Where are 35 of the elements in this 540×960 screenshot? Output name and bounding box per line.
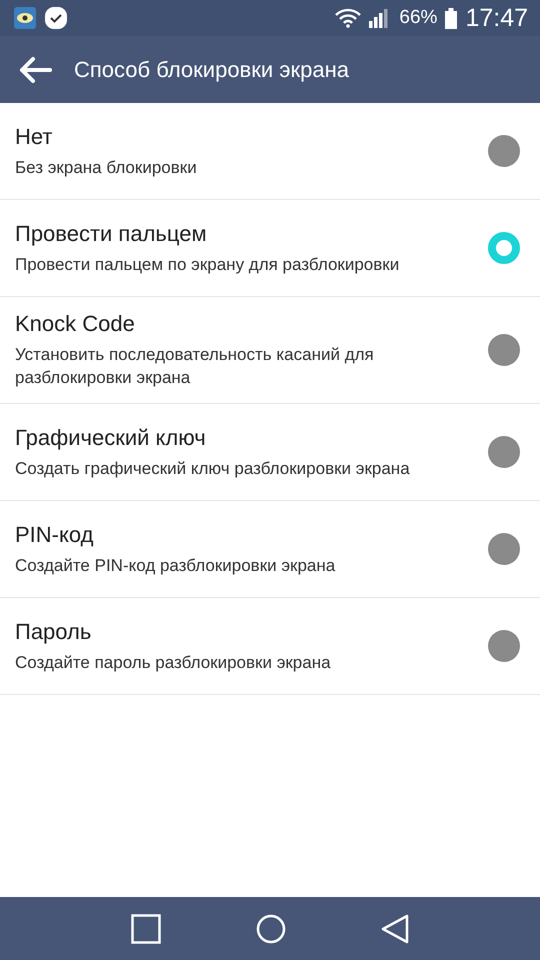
option-description: Установить последовательность касаний для разблокировки экрана <box>15 344 375 389</box>
battery-icon <box>445 8 458 28</box>
lock-option[interactable]: Нет Без экрана блокировки <box>0 103 540 200</box>
option-title: PIN-код <box>15 522 94 548</box>
option-title: Графический ключ <box>15 424 207 450</box>
option-title: Нет <box>15 124 54 150</box>
home-icon[interactable] <box>256 914 286 944</box>
lock-option[interactable]: Пароль Создайте пароль разблокировки экрана <box>0 598 540 695</box>
lock-option[interactable]: PIN-код Создайте PIN-код разблокировки экрана <box>0 501 540 598</box>
lock-option[interactable]: Графический ключ Создать графический ключ разблокировки экрана <box>0 404 540 501</box>
radio-button[interactable] <box>488 630 520 662</box>
radio-button[interactable] <box>488 334 520 366</box>
option-description: Создать графический ключ разблокировки экрана <box>15 458 411 480</box>
lock-option[interactable]: Knock Code Установить последовательность касаний для разблокировки экрана <box>0 297 540 404</box>
option-title: Пароль <box>15 618 92 644</box>
radio-button[interactable] <box>488 135 520 167</box>
app-icon <box>14 7 36 29</box>
battery-percent: 66% <box>399 7 438 29</box>
option-description: Создайте PIN-код разблокировки экрана <box>15 554 336 576</box>
back-triangle-icon[interactable] <box>381 914 409 944</box>
radio-button[interactable] <box>488 232 520 264</box>
recents-icon[interactable] <box>131 914 161 944</box>
radio-button[interactable] <box>488 533 520 565</box>
wifi-icon <box>335 8 362 28</box>
option-description: Без экрана блокировки <box>15 156 198 178</box>
back-icon[interactable] <box>18 56 52 84</box>
option-description: Создайте пароль разблокировки экрана <box>15 652 332 674</box>
clock: 17:47 <box>465 4 528 32</box>
screen-title: Способ блокировки экрана <box>74 56 349 82</box>
option-title: Knock Code <box>15 311 136 337</box>
lock-option[interactable]: Провести пальцем Провести пальцем по экрану для разблокировки <box>0 200 540 297</box>
check-icon <box>44 6 68 30</box>
option-title: Провести пальцем <box>15 220 208 246</box>
option-description: Провести пальцем по экрану для разблокировки <box>15 254 400 276</box>
radio-button[interactable] <box>488 436 520 468</box>
